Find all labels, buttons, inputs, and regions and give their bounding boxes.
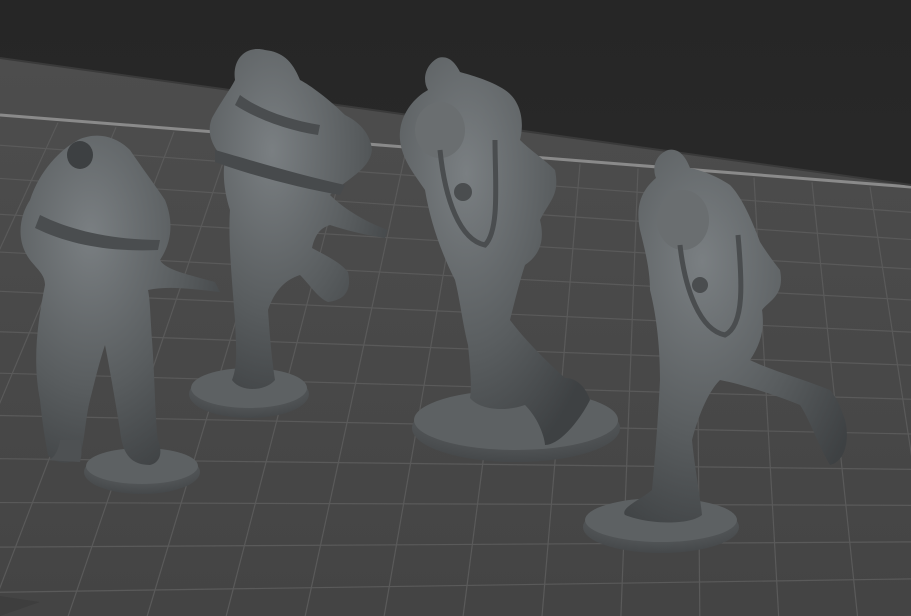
build-plate-scene[interactable] xyxy=(0,0,911,616)
3d-viewport[interactable] xyxy=(0,0,911,616)
